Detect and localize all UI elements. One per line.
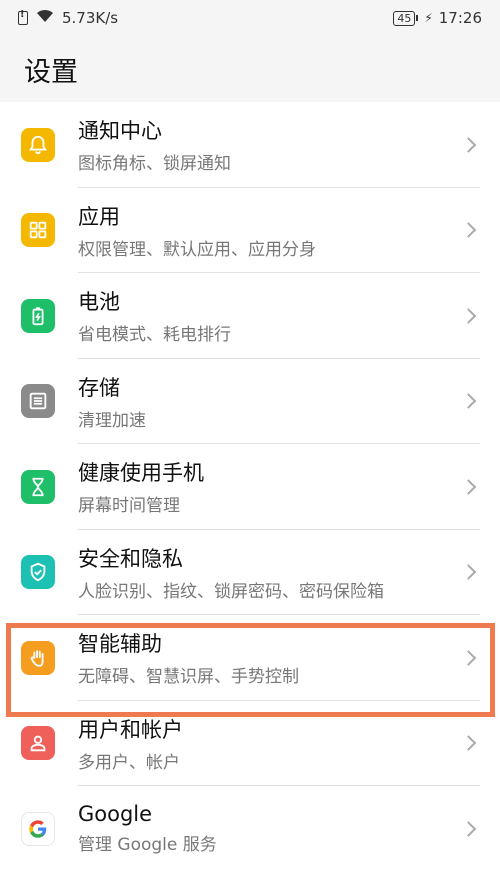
chevron-right-icon bbox=[460, 393, 477, 410]
sim-alert-icon bbox=[18, 9, 28, 25]
wifi-icon bbox=[36, 9, 54, 27]
settings-item-security-privacy[interactable]: 安全和隐私 人脸识别、指纹、锁屏密码、密码保险箱 bbox=[0, 530, 500, 615]
settings-item-title: 存储 bbox=[78, 375, 120, 400]
chevron-right-icon bbox=[460, 478, 477, 495]
settings-item-subtitle: 屏幕时间管理 bbox=[78, 496, 180, 517]
settings-item-title: 智能辅助 bbox=[78, 632, 162, 657]
network-speed: 5.73K/s bbox=[62, 9, 119, 27]
shield-icon bbox=[21, 555, 55, 590]
settings-item-smart-assistance[interactable]: 智能辅助 无障碍、智慧识屏、手势控制 bbox=[0, 615, 500, 701]
settings-item-subtitle: 权限管理、默认应用、应用分身 bbox=[78, 239, 316, 260]
settings-item-notifications[interactable]: 通知中心 图标角标、锁屏通知 bbox=[0, 102, 500, 188]
settings-header: 设置 bbox=[0, 36, 500, 102]
settings-item-subtitle: 清理加速 bbox=[78, 410, 146, 431]
battery-icon bbox=[21, 298, 55, 333]
user-icon bbox=[21, 726, 55, 761]
settings-item-subtitle: 省电模式、耗电排行 bbox=[78, 325, 231, 346]
settings-item-digital-balance[interactable]: 健康使用手机 屏幕时间管理 bbox=[0, 444, 500, 530]
settings-item-subtitle: 多用户、帐户 bbox=[78, 752, 180, 773]
apps-grid-icon bbox=[21, 213, 55, 248]
clock: 17:26 bbox=[438, 9, 482, 27]
charging-icon: ⚡ bbox=[424, 11, 433, 25]
settings-item-title: 通知中心 bbox=[78, 119, 162, 144]
storage-icon bbox=[21, 384, 55, 419]
hourglass-icon bbox=[21, 469, 55, 504]
settings-item-title: 电池 bbox=[78, 290, 120, 315]
chevron-right-icon bbox=[460, 136, 477, 153]
chevron-right-icon bbox=[460, 735, 477, 752]
status-bar: 5.73K/s 45 ⚡ 17:26 bbox=[0, 0, 500, 36]
chevron-right-icon bbox=[460, 649, 477, 666]
settings-item-storage[interactable]: 存储 清理加速 bbox=[0, 359, 500, 444]
settings-item-title: 安全和隐私 bbox=[78, 546, 183, 571]
bell-icon bbox=[21, 127, 55, 162]
settings-item-subtitle: 人脸识别、指纹、锁屏密码、密码保险箱 bbox=[78, 581, 384, 602]
chevron-right-icon bbox=[460, 820, 477, 837]
settings-item-title: 健康使用手机 bbox=[78, 461, 204, 486]
google-icon bbox=[21, 811, 55, 846]
battery-indicator: 45 bbox=[393, 10, 419, 26]
chevron-right-icon bbox=[460, 307, 477, 324]
chevron-right-icon bbox=[460, 222, 477, 239]
settings-item-title: Google bbox=[78, 802, 153, 827]
settings-item-title: 应用 bbox=[78, 204, 120, 229]
settings-item-subtitle: 无障碍、智慧识屏、手势控制 bbox=[78, 667, 299, 688]
page-title: 设置 bbox=[24, 57, 78, 88]
settings-list: 通知中心 图标角标、锁屏通知 应用 权限管理、默认应用、应用分身 电池 省电模式… bbox=[0, 102, 500, 872]
settings-item-subtitle: 管理 Google 服务 bbox=[78, 835, 217, 856]
settings-item-google[interactable]: Google 管理 Google 服务 bbox=[0, 786, 500, 872]
hand-icon bbox=[21, 640, 55, 675]
settings-item-title: 用户和帐户 bbox=[78, 717, 183, 742]
settings-item-apps[interactable]: 应用 权限管理、默认应用、应用分身 bbox=[0, 188, 500, 273]
settings-item-battery[interactable]: 电池 省电模式、耗电排行 bbox=[0, 273, 500, 359]
battery-level: 45 bbox=[393, 10, 416, 26]
settings-item-subtitle: 图标角标、锁屏通知 bbox=[78, 154, 231, 175]
chevron-right-icon bbox=[460, 564, 477, 581]
settings-item-users-accounts[interactable]: 用户和帐户 多用户、帐户 bbox=[0, 701, 500, 786]
